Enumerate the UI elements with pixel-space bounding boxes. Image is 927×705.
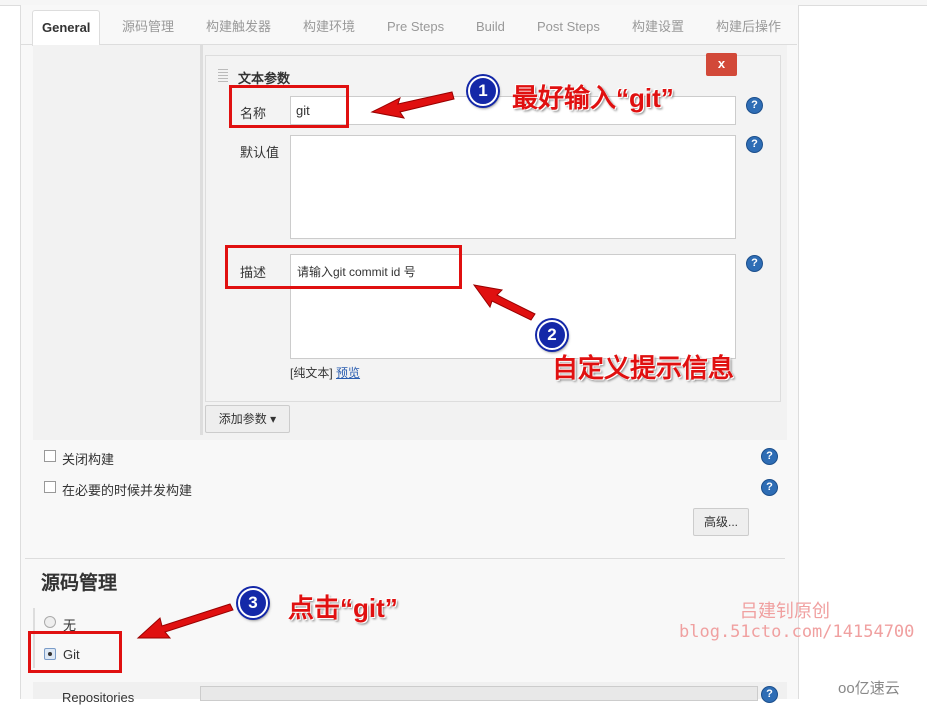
watermark-logo: oo亿速云 [838, 680, 900, 697]
annotation-arrows [136, 91, 536, 639]
watermark-author: 吕建钊原创 [740, 601, 830, 621]
step-badge-2: 2 [537, 320, 567, 350]
annotation-text-3: 点击“git” [288, 593, 398, 623]
annotation-text-2: 自定义提示信息 [552, 353, 735, 383]
watermark-url: blog.51cto.com/14154700 [679, 622, 915, 642]
annotation-text-1: 最好输入“git” [512, 83, 674, 113]
step-badge-3: 3 [238, 588, 268, 618]
logo-icon: oo [838, 680, 855, 697]
step-badge-1: 1 [468, 76, 498, 106]
arrow-icon [136, 603, 234, 639]
arrow-icon [472, 284, 536, 321]
arrow-icon [370, 91, 455, 119]
